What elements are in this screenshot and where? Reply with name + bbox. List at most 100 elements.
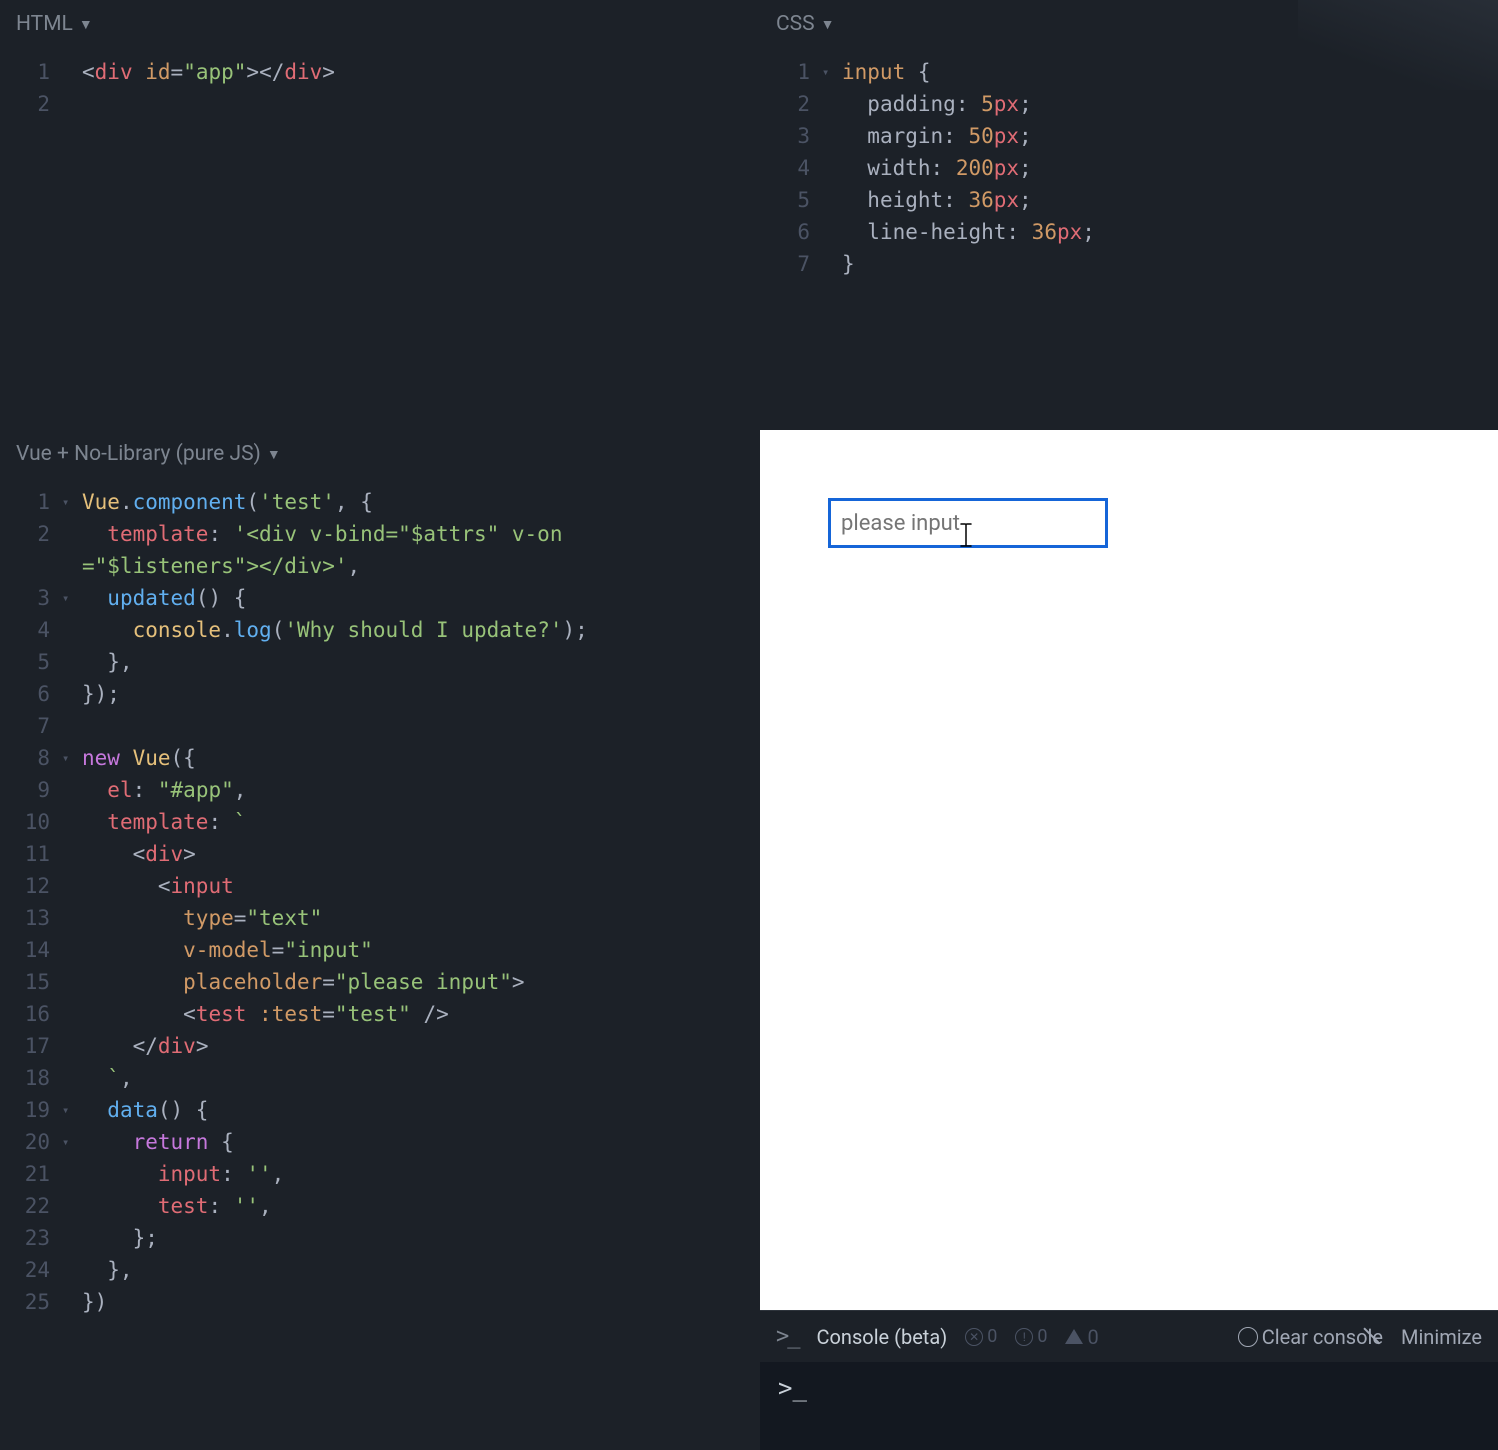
code-content: data() { [82,1094,760,1126]
console-error-badge[interactable]: ✕ 0 [965,1326,997,1347]
fold-toggle-icon [822,248,842,280]
code-line[interactable]: 5 height: 36px; [770,184,1498,216]
fold-toggle-icon [822,184,842,216]
code-line[interactable]: 4 width: 200px; [770,152,1498,184]
code-line[interactable]: 3▾ updated() { [10,582,760,614]
code-line[interactable]: 6 line-height: 36px; [770,216,1498,248]
fold-toggle-icon [62,646,82,678]
code-content: `, [82,1062,760,1094]
warning-icon [1065,1329,1083,1344]
code-content: line-height: 36px; [842,216,1498,248]
code-line[interactable]: 6}); [10,678,760,710]
fold-toggle-icon[interactable]: ▾ [62,1094,82,1126]
info-icon: ! [1015,1328,1033,1346]
console-error-count: 0 [987,1326,997,1347]
line-number: 3 [770,120,822,152]
fold-toggle-icon [62,88,82,120]
console-prompt: >_ [778,1374,807,1402]
code-line[interactable]: 11 <div> [10,838,760,870]
fold-toggle-icon [62,1062,82,1094]
code-line[interactable]: 7 [10,710,760,742]
line-number: 11 [10,838,62,870]
code-line[interactable]: 2 [10,88,760,120]
demo-text-input[interactable] [828,498,1108,548]
code-content: el: "#app", [82,774,760,806]
code-content: <input [82,870,760,902]
code-line[interactable]: 5 }, [10,646,760,678]
code-line[interactable]: 21 input: '', [10,1158,760,1190]
code-line[interactable]: 9 el: "#app", [10,774,760,806]
html-panel-label: HTML [16,12,73,36]
chevron-down-icon: ▼ [79,16,93,33]
js-panel-header[interactable]: Vue + No-Library (pure JS) ▼ [0,430,760,486]
line-number: 17 [10,1030,62,1062]
code-line[interactable]: 4 console.log('Why should I update?'); [10,614,760,646]
line-number: 21 [10,1158,62,1190]
code-line[interactable]: 14 v-model="input" [10,934,760,966]
fold-toggle-icon [62,1286,82,1318]
output-panel [760,430,1498,1310]
clear-console-button[interactable]: Clear console [1238,1325,1383,1349]
fold-toggle-icon[interactable]: ▾ [62,486,82,518]
console-warning-count: 0 [1087,1325,1098,1349]
fold-toggle-icon [62,1158,82,1190]
code-line[interactable]: 16 <test :test="test" /> [10,998,760,1030]
console-prompt-icon: >_ [776,1324,799,1349]
css-panel-header[interactable]: CSS ▼ [760,0,1498,56]
fold-toggle-icon[interactable]: ▾ [62,1126,82,1158]
code-line[interactable]: 12 <input [10,870,760,902]
fold-toggle-icon[interactable]: ▾ [822,56,842,88]
line-number: 10 [10,806,62,838]
line-number: 1 [10,486,62,518]
code-content: width: 200px; [842,152,1498,184]
code-content: <div id="app"></div> [82,56,760,88]
code-line[interactable]: 15 placeholder="please input"> [10,966,760,998]
line-number: 19 [10,1094,62,1126]
fold-toggle-icon[interactable]: ▾ [62,582,82,614]
console-body[interactable]: >_ [760,1362,1498,1450]
code-line[interactable]: 13 type="text" [10,902,760,934]
console-panel: >_ Console (beta) ✕ 0 ! 0 0 Clear consol… [760,1310,1498,1450]
code-line[interactable]: 18 `, [10,1062,760,1094]
code-line[interactable]: 22 test: '', [10,1190,760,1222]
code-line[interactable]: 23 }; [10,1222,760,1254]
code-content: template: '<div v-bind="$attrs" v-on [82,518,760,550]
code-line[interactable]: ="$listeners"></div>', [10,550,760,582]
fold-toggle-icon [62,806,82,838]
console-toolbar: >_ Console (beta) ✕ 0 ! 0 0 Clear consol… [760,1310,1498,1362]
fold-toggle-icon [62,1190,82,1222]
code-line[interactable]: 10 template: ` [10,806,760,838]
minimize-console-button[interactable]: Minimize [1401,1325,1482,1349]
line-number: 2 [10,88,62,120]
css-code-editor[interactable]: 1▾input {2 padding: 5px;3 margin: 50px;4… [760,56,1498,280]
code-line[interactable]: 1▾input { [770,56,1498,88]
fold-toggle-icon [62,614,82,646]
code-line[interactable]: 2 template: '<div v-bind="$attrs" v-on [10,518,760,550]
line-number: 16 [10,998,62,1030]
code-line[interactable]: 1<div id="app"></div> [10,56,760,88]
code-line[interactable]: 7} [770,248,1498,280]
code-line[interactable]: 24 }, [10,1254,760,1286]
console-warning-badge[interactable]: 0 [1065,1325,1098,1349]
fold-toggle-icon[interactable]: ▾ [62,742,82,774]
fold-toggle-icon [62,902,82,934]
line-number: 3 [10,582,62,614]
code-content: template: ` [82,806,760,838]
js-code-editor[interactable]: 1▾Vue.component('test', {2 template: '<d… [0,486,760,1318]
line-number: 5 [770,184,822,216]
line-number: 1 [770,56,822,88]
line-number: 18 [10,1062,62,1094]
console-info-badge[interactable]: ! 0 [1015,1326,1047,1347]
code-line[interactable]: 19▾ data() { [10,1094,760,1126]
code-content: }); [82,678,760,710]
code-line[interactable]: 20▾ return { [10,1126,760,1158]
code-line[interactable]: 17 </div> [10,1030,760,1062]
code-line[interactable]: 1▾Vue.component('test', { [10,486,760,518]
code-line[interactable]: 25}) [10,1286,760,1318]
code-line[interactable]: 3 margin: 50px; [770,120,1498,152]
html-panel-header[interactable]: HTML ▼ [0,0,760,56]
code-line[interactable]: 2 padding: 5px; [770,88,1498,120]
line-number: 5 [10,646,62,678]
html-code-editor[interactable]: 1<div id="app"></div>2 [0,56,760,120]
code-line[interactable]: 8▾new Vue({ [10,742,760,774]
